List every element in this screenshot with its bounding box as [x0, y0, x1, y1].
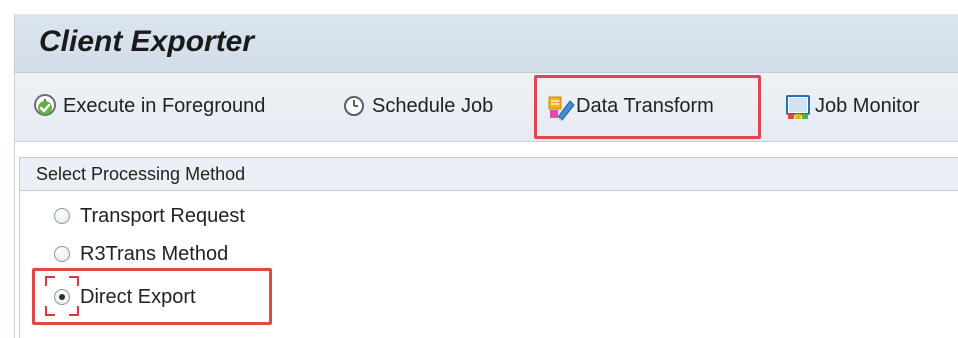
- execute-in-foreground-button[interactable]: Execute in Foreground: [33, 90, 265, 122]
- clock-icon: [342, 93, 368, 119]
- group-left-border: [19, 190, 20, 338]
- job-monitor-label: Job Monitor: [815, 94, 920, 117]
- job-monitor-button[interactable]: Job Monitor: [785, 90, 920, 122]
- transport-request-radio[interactable]: [54, 208, 70, 224]
- application-toolbar: Execute in Foreground Schedule Job Data …: [15, 73, 958, 142]
- monitor-icon: [785, 93, 811, 119]
- transport-request-option[interactable]: Transport Request: [54, 202, 245, 230]
- transport-request-label: Transport Request: [80, 204, 245, 227]
- processing-method-header: Select Processing Method: [19, 157, 958, 191]
- client-exporter-window: Client Exporter Execute in Foreground Sc…: [0, 0, 958, 338]
- processing-method-title: Select Processing Method: [36, 164, 246, 184]
- page-title: Client Exporter: [39, 25, 255, 58]
- execute-clock-check-icon: [33, 93, 59, 119]
- r3trans-method-radio[interactable]: [54, 246, 70, 262]
- schedule-job-label: Schedule Job: [372, 94, 494, 117]
- title-bar: Client Exporter: [15, 14, 958, 73]
- r3trans-method-label: R3Trans Method: [80, 242, 229, 265]
- direct-export-highlight: [32, 268, 272, 325]
- execute-in-foreground-label: Execute in Foreground: [63, 94, 266, 117]
- schedule-job-button[interactable]: Schedule Job: [342, 90, 493, 122]
- r3trans-method-option[interactable]: R3Trans Method: [54, 240, 228, 268]
- data-transform-highlight: [534, 75, 761, 139]
